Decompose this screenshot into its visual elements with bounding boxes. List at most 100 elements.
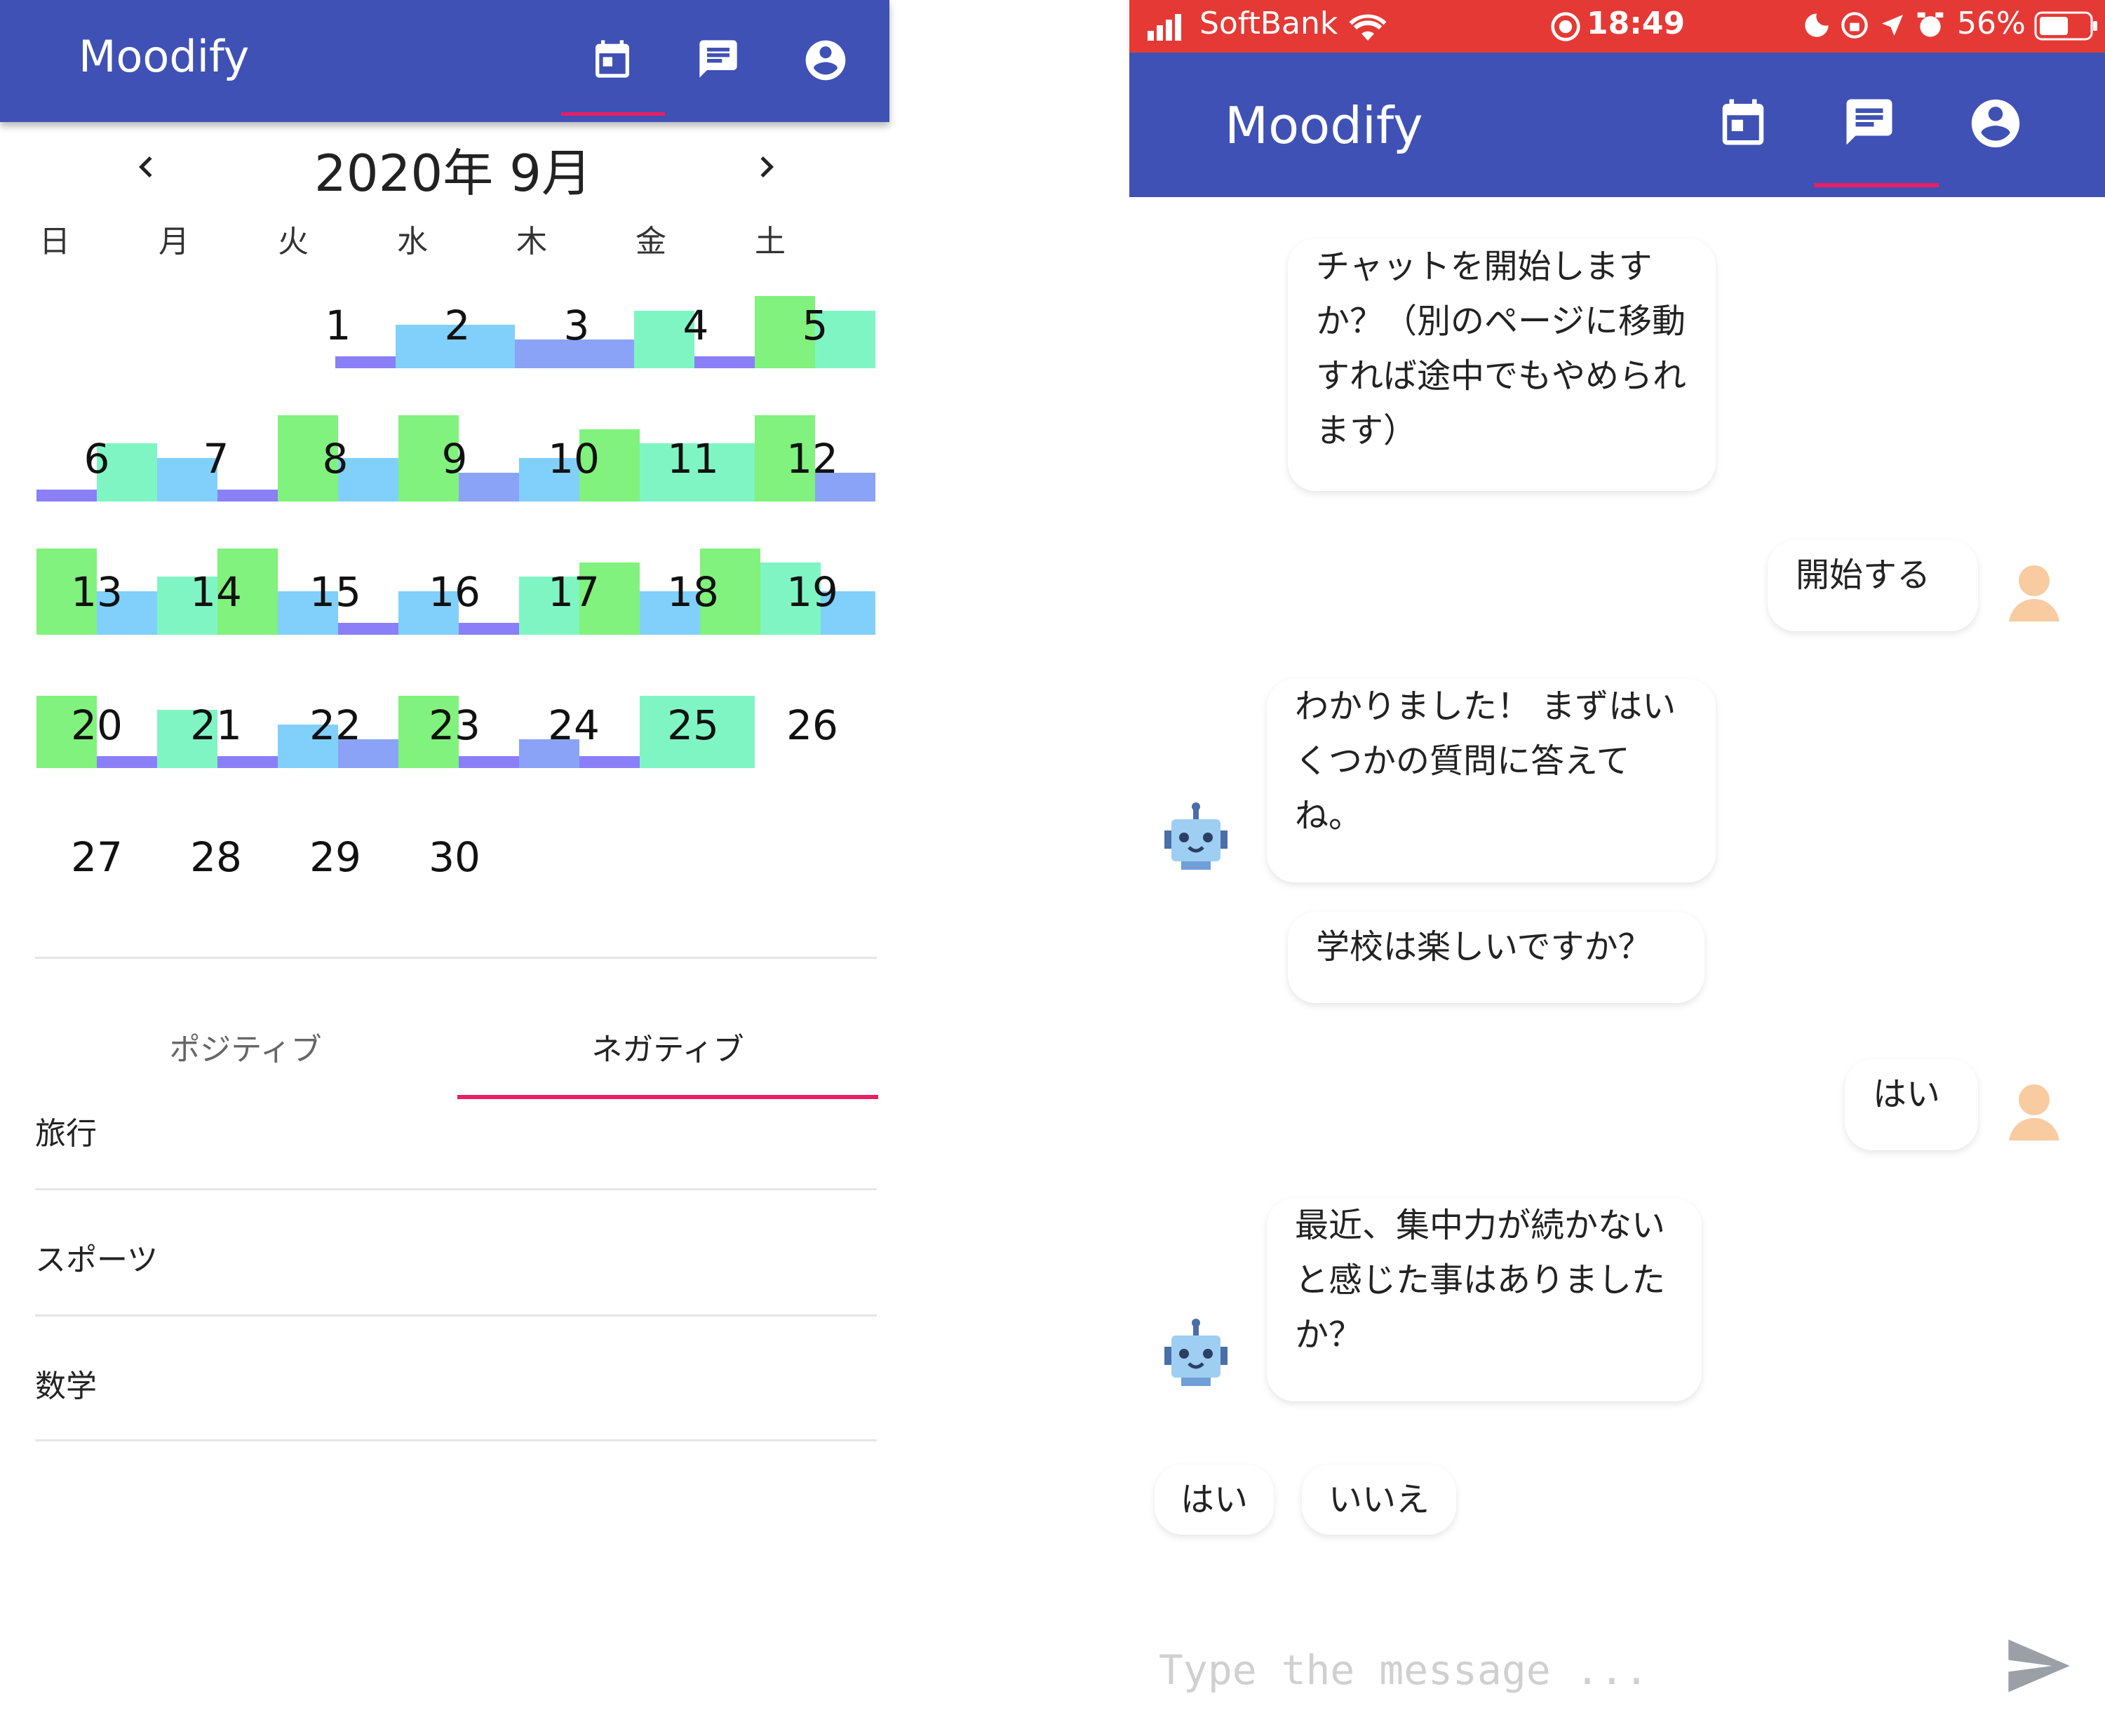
bot-message: チャットを開始しますか？（別のページに移動すれば途中でもやめられます） xyxy=(1288,238,1716,491)
user-message: 開始する xyxy=(1768,540,1978,631)
account-circle-icon xyxy=(1971,99,2020,148)
calendar-day[interactable]: 10 xyxy=(513,435,634,483)
alarm-icon xyxy=(1917,12,1944,37)
next-month-button[interactable] xyxy=(746,146,788,188)
weekday-label: 日 xyxy=(39,224,70,260)
battery-icon xyxy=(2034,11,2097,41)
carrier-label: SoftBank xyxy=(1199,6,1338,41)
calendar-day[interactable]: 19 xyxy=(752,568,873,616)
chat-screen: SoftBank 18:49 56% Moodify チャットを開始しますか？（… xyxy=(1129,0,2105,1736)
message-input[interactable] xyxy=(1157,1634,1932,1706)
calendar-day[interactable]: 8 xyxy=(275,435,396,483)
calendar-day[interactable]: 28 xyxy=(156,833,276,881)
calendar-day[interactable]: 24 xyxy=(513,701,634,749)
signal-icon xyxy=(1148,14,1181,41)
nav-calendar-button[interactable] xyxy=(577,28,647,98)
tab-active-indicator xyxy=(457,1095,878,1099)
calendar-day[interactable]: 22 xyxy=(275,701,396,749)
calendar-day[interactable]: 12 xyxy=(752,435,873,483)
list-item[interactable]: 数学 xyxy=(35,1361,97,1406)
rotation-lock-icon xyxy=(1841,12,1868,39)
user-avatar-icon xyxy=(2009,565,2059,621)
mood-bar xyxy=(694,356,755,368)
list-item[interactable]: 旅行 xyxy=(35,1108,97,1153)
calendar-day[interactable]: 30 xyxy=(394,833,515,881)
nav-chat-button[interactable] xyxy=(1829,86,1906,163)
weekday-label: 月 xyxy=(159,224,189,260)
list-divider xyxy=(35,1188,877,1190)
calendar-day[interactable]: 23 xyxy=(394,701,515,749)
moon-icon xyxy=(1805,13,1829,37)
calendar-day[interactable]: 16 xyxy=(394,568,515,616)
list-item[interactable]: スポーツ xyxy=(35,1234,158,1279)
prev-month-button[interactable] xyxy=(125,146,167,188)
mood-bar xyxy=(217,490,278,502)
status-bar: SoftBank 18:49 56% xyxy=(1129,0,2105,53)
wifi-icon xyxy=(1349,14,1387,41)
calendar-icon xyxy=(1722,99,1764,145)
calendar-day[interactable]: 3 xyxy=(516,302,637,349)
calendar-day[interactable]: 21 xyxy=(156,701,276,749)
quick-reply-no[interactable]: いいえ xyxy=(1302,1465,1456,1535)
app-bar: Moodify xyxy=(1129,53,2105,197)
calendar-day[interactable]: 15 xyxy=(275,568,396,616)
mood-bar xyxy=(459,623,519,635)
mood-bar xyxy=(217,756,278,768)
calendar-day[interactable]: 7 xyxy=(156,435,276,483)
calendar-day[interactable]: 6 xyxy=(36,435,157,483)
chevron-left-icon xyxy=(139,156,152,177)
nav-calendar-button[interactable] xyxy=(1703,86,1780,163)
calendar-day[interactable]: 11 xyxy=(633,435,753,483)
chat-icon xyxy=(699,40,737,78)
section-divider xyxy=(35,957,877,959)
nav-active-indicator xyxy=(561,112,665,116)
list-divider xyxy=(35,1314,877,1317)
mood-bar xyxy=(36,490,97,502)
calendar-screen: Moodify 2020年 9月 日 月 火 水 木 金 土 1 2 3 4 5… xyxy=(0,0,889,1736)
location-icon xyxy=(1882,15,1903,36)
calendar-day[interactable]: 13 xyxy=(36,568,157,616)
calendar-icon xyxy=(596,40,629,78)
tab-negative[interactable]: ネガティブ xyxy=(457,1024,878,1069)
calendar-day[interactable]: 5 xyxy=(755,302,875,349)
nav-account-button[interactable] xyxy=(1954,86,2031,163)
bot-avatar-icon xyxy=(1164,1319,1228,1386)
account-circle-icon xyxy=(805,40,846,81)
chat-icon xyxy=(1846,99,1892,145)
calendar-day[interactable]: 4 xyxy=(635,302,756,349)
calendar-day[interactable]: 27 xyxy=(36,833,157,881)
mood-bar xyxy=(579,756,640,768)
chevron-right-icon xyxy=(760,156,774,177)
calendar-day[interactable]: 9 xyxy=(394,435,515,483)
weekday-label: 土 xyxy=(755,224,786,260)
calendar-day[interactable]: 14 xyxy=(156,568,276,616)
record-icon xyxy=(1551,12,1580,41)
calendar-day[interactable]: 25 xyxy=(633,701,753,749)
weekday-label: 火 xyxy=(278,224,309,260)
calendar-day[interactable]: 29 xyxy=(275,833,396,881)
weekday-label: 金 xyxy=(635,224,666,260)
calendar-day[interactable]: 2 xyxy=(397,302,518,349)
tab-positive[interactable]: ポジティブ xyxy=(35,1024,456,1069)
mood-bar xyxy=(338,623,398,635)
user-avatar-icon xyxy=(2009,1084,2059,1140)
mood-bar xyxy=(459,756,519,768)
mood-bar xyxy=(97,756,157,768)
month-title: 2020年 9月 xyxy=(314,144,592,203)
calendar-day[interactable]: 1 xyxy=(278,302,398,349)
nav-account-button[interactable] xyxy=(789,28,859,98)
nav-chat-button[interactable] xyxy=(683,28,753,98)
bot-message: わかりました！ まずはいくつかの質問に答えてね。 xyxy=(1267,679,1716,882)
list-divider xyxy=(35,1439,877,1441)
calendar-day[interactable]: 26 xyxy=(752,701,873,749)
calendar-day[interactable]: 20 xyxy=(36,701,157,749)
app-bar: Moodify xyxy=(0,0,889,122)
calendar-day[interactable]: 18 xyxy=(633,568,753,616)
calendar-day[interactable]: 17 xyxy=(513,568,634,616)
bot-message: 学校は楽しいですか？ xyxy=(1288,912,1704,1003)
send-button[interactable] xyxy=(1999,1627,2076,1704)
app-title: Moodify xyxy=(1225,96,1423,155)
quick-reply-yes[interactable]: はい xyxy=(1155,1465,1274,1535)
weekday-label: 木 xyxy=(516,224,547,260)
bot-avatar-icon xyxy=(1164,802,1228,870)
